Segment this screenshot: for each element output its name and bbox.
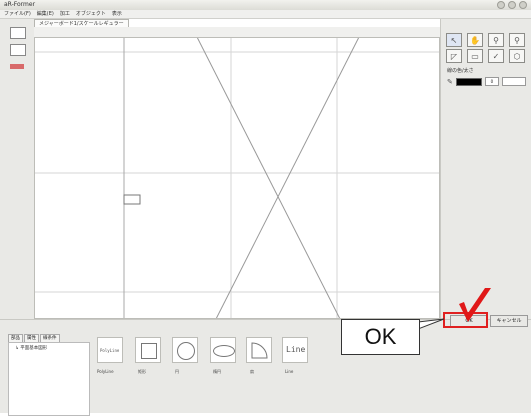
app-title: aR-Former (4, 1, 36, 8)
red-checkmark-icon (459, 288, 491, 322)
menu-edit[interactable]: 編集(E) (37, 10, 54, 18)
select-arrow-icon[interactable]: ↖ (446, 33, 462, 47)
line-glyph: Line (286, 345, 306, 354)
small-rectangle-shape[interactable] (123, 194, 141, 205)
left-toolbar (0, 19, 35, 319)
tree-item[interactable]: ↳ 平面基本図形 (15, 345, 47, 351)
sector-icon (251, 342, 268, 359)
line-width-field[interactable]: 0 (484, 77, 499, 86)
layout-button[interactable] (10, 44, 26, 56)
callout-pointer (418, 318, 445, 330)
undo-button[interactable] (10, 27, 26, 39)
color-row: ✎ 0 (447, 77, 526, 86)
ellipse-shape-button[interactable] (210, 337, 236, 363)
maximize-button[interactable] (508, 1, 516, 9)
menu-bar: ファイル(F) 編集(E) 加工 オブジェクト 表示 (0, 10, 531, 19)
hand-icon[interactable]: ✋ (467, 33, 483, 47)
layer-indicator (10, 64, 24, 69)
rectangle-shape-button[interactable] (135, 337, 161, 363)
shape-label-circle: 円 (175, 369, 179, 374)
menu-object[interactable]: オブジェクト (76, 10, 106, 18)
parts-tree[interactable]: ↳ 平面基本図形 (8, 342, 90, 416)
rectangle-icon (141, 343, 157, 359)
menu-process[interactable]: 加工 (60, 10, 70, 18)
cancel-button[interactable]: キャンセル (490, 315, 528, 327)
right-panel (440, 19, 531, 319)
line-shape-button[interactable]: Line (282, 337, 308, 363)
shape-label-ellipse: 楕円 (213, 369, 221, 374)
ellipse-icon (213, 345, 235, 357)
bottom-panel: 部品 属性 線条件 ↳ 平面基本図形 PolyLine Line PolyLin… (0, 319, 531, 416)
close-button[interactable] (519, 1, 527, 9)
minimize-button[interactable] (497, 1, 505, 9)
circle-shape-button[interactable] (172, 337, 198, 363)
shape-label-sector: 扇 (250, 369, 254, 374)
sector-shape-button[interactable] (246, 337, 272, 363)
zoom-in-icon[interactable]: ⚲ (488, 33, 504, 47)
drawing-canvas[interactable] (34, 37, 440, 319)
shape-label-line: Line (285, 369, 294, 374)
menu-file[interactable]: ファイル(F) (4, 10, 31, 18)
zoom-out-icon[interactable]: ⚲ (509, 33, 525, 47)
properties-label: 線の色/太さ (447, 68, 474, 74)
ok-callout-label: OK (341, 319, 420, 355)
circle-icon (177, 342, 195, 360)
shape-label-polyline: PolyLine (97, 369, 114, 374)
polygon-tool-icon[interactable]: ⬡ (509, 49, 525, 63)
pen-icon: ✎ (447, 77, 453, 86)
check-tool-icon[interactable]: ✓ (488, 49, 504, 63)
window-controls (497, 1, 527, 9)
polyline-glyph: PolyLine (100, 348, 120, 353)
shape-label-rectangle: 矩形 (138, 369, 146, 374)
line-color-swatch[interactable] (455, 77, 482, 86)
shape-tool-icon[interactable]: ▭ (467, 49, 483, 63)
curve-tool-icon[interactable]: ◸ (446, 49, 462, 63)
menu-view[interactable]: 表示 (112, 10, 122, 18)
line-style-field[interactable] (501, 77, 526, 86)
polyline-shape-button[interactable]: PolyLine (97, 337, 123, 363)
